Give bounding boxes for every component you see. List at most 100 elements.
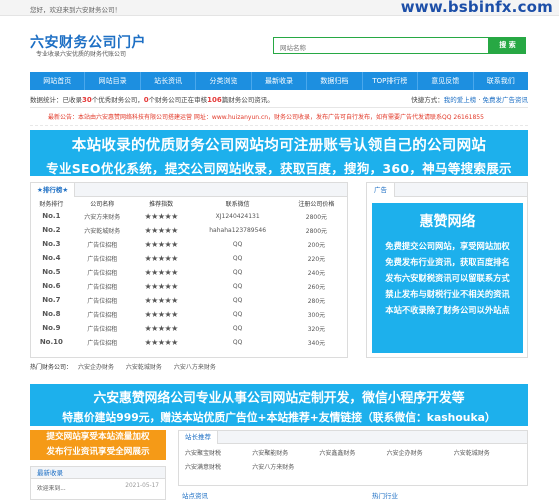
recommend-panel: 站长推荐 六安聚宝财税 六安聚能财务 六安鑫鑫财务 六安企办财务 六安乾城财务 … — [178, 430, 528, 486]
table-row[interactable]: No.8 广告位招租 ★★★★★ QQ 300元 — [31, 307, 347, 321]
rank-number: No.5 — [42, 268, 61, 276]
rank-number: No.8 — [42, 310, 61, 318]
company-name-link[interactable]: 六安乾城财务 — [72, 223, 133, 237]
wechat-id: XJ1240424131 — [215, 212, 260, 220]
company-name-link[interactable]: 广告位招租 — [72, 251, 133, 265]
rank-number: No.10 — [39, 338, 63, 346]
table-row[interactable]: No.6 广告位招租 ★★★★★ QQ 260元 — [31, 279, 347, 293]
table-row[interactable]: No.9 广告位招租 ★★★★★ QQ 320元 — [31, 321, 347, 335]
publish-ad-link[interactable]: 免费发广告资讯 — [483, 96, 529, 104]
banner-line-1: 本站收录的优质财务公司网站均可注册账号认领自己的公司网站 — [71, 138, 487, 154]
nav-latest[interactable]: 最新收录 — [252, 72, 308, 90]
submit-site-banner[interactable]: 提交网站享受本站流量加权 发布行业资讯享受全网展示 — [30, 430, 166, 460]
company-name-link[interactable]: 广告位招租 — [72, 279, 133, 293]
ad-header: 广告 — [367, 183, 527, 197]
table-row[interactable]: No.10 广告位招租 ★★★★★ QQ 340元 — [31, 335, 347, 349]
rating-stars: ★★★★★ — [144, 323, 178, 333]
rank-number: No.7 — [42, 296, 61, 304]
price-value: 280元 — [307, 297, 326, 305]
login-link[interactable]: 我的爱上榜 — [444, 96, 477, 104]
wechat-id: QQ — [232, 296, 243, 304]
tab-site-news[interactable]: 站点资讯 — [182, 490, 208, 500]
hot-company-link[interactable]: 六安企办财务 — [78, 364, 114, 371]
hot-companies: 热门财务公司： 六安企办财务 六安乾城财务 六安八方来财务 — [30, 362, 528, 374]
recommend-link[interactable]: 六安鑫鑫财务 — [319, 448, 386, 457]
col-wechat: 联系微信 — [225, 200, 250, 208]
price-value: 2800元 — [305, 213, 328, 221]
price-value: 320元 — [307, 325, 326, 333]
company-name-link[interactable]: 广告位招租 — [72, 307, 133, 321]
recommend-link[interactable]: 六安企办财务 — [387, 448, 454, 457]
promo-banner[interactable]: 本站收录的优质财务公司网站均可注册账号认领自己的公司网站 专业SEO优化系统，提… — [30, 130, 528, 176]
ad-title: 惠赞网络 — [419, 214, 476, 230]
company-name-link[interactable]: 广告位招租 — [72, 265, 133, 279]
nav-home[interactable]: 网站首页 — [30, 72, 86, 90]
service-banner-line-2: 特惠价建站999元，赠送本站优质广告位+本站推荐+友情链接（联系微信：kasho… — [62, 411, 496, 424]
nav-contact[interactable]: 联系我们 — [474, 72, 528, 90]
ranking-table: 财务排行 公司名称 推荐指数 联系微信 注册公司价格 No.1 六安方来财务 ★★★… — [31, 197, 347, 349]
price-value: 340元 — [307, 339, 326, 347]
stats-bar: 数据统计：已收录30个优秀财务公司，0个财务公司正在审核106篇财务公司资讯。 … — [30, 93, 528, 108]
site-watermark: www.bsbinfx.com — [400, 0, 553, 16]
recommend-link[interactable]: 六安满意财税 — [185, 462, 252, 471]
nav-directory[interactable]: 网站目录 — [85, 72, 141, 90]
company-name-link[interactable]: 广告位招租 — [72, 335, 133, 349]
orange-line-2: 发布行业资讯享受全网展示 — [46, 447, 150, 457]
stats-article-count: 106 — [207, 96, 222, 104]
recommend-link[interactable]: 六安八方来财务 — [252, 462, 319, 471]
rank-number: No.4 — [42, 254, 61, 262]
table-row[interactable]: No.7 广告位招租 ★★★★★ QQ 280元 — [31, 293, 347, 307]
wechat-id: QQ — [232, 254, 243, 262]
stats-mid2: 个财务公司正在审核 — [148, 96, 208, 104]
stats-mid1: 个优秀财务公司， — [91, 96, 144, 104]
rating-stars: ★★★★★ — [144, 253, 178, 263]
service-banner-line-1: 六安惠赞网络公司专业从事公司网站定制开发，微信小程序开发等 — [93, 391, 465, 406]
rating-stars: ★★★★★ — [144, 337, 178, 347]
company-name-link[interactable]: 广告位招租 — [72, 321, 133, 335]
ranking-tab[interactable]: ★排行榜★ — [31, 183, 76, 197]
announcement: 最新公告：本站由六安惠赞网络科技有限公司搭建运营 网址：www.huizanyu… — [30, 110, 528, 126]
price-value: 240元 — [307, 269, 326, 277]
table-row[interactable]: No.1 六安方来财务 ★★★★★ XJ1240424131 2800元 — [31, 209, 347, 223]
wechat-id: QQ — [232, 268, 243, 276]
recommend-link[interactable]: 六安聚宝财税 — [185, 448, 252, 457]
recommend-header: 站长推荐 — [179, 431, 527, 444]
shortcuts: 快捷方式：我的爱上榜 · 免费发广告资讯 — [411, 93, 528, 108]
recommend-grid: 六安聚宝财税 六安聚能财务 六安鑫鑫财务 六安企办财务 六安乾城财务 六安满意财… — [179, 444, 527, 475]
list-item[interactable]: 欢迎来到... 2021-05-17 — [31, 479, 165, 493]
nav-top[interactable]: TOP排行榜 — [363, 72, 419, 90]
company-name-link[interactable]: 广告位招租 — [72, 293, 133, 307]
table-row[interactable]: No.2 六安乾城财务 ★★★★★ hahaha123789546 2800元 — [31, 223, 347, 237]
search-input[interactable]: 网站名称 — [273, 37, 489, 54]
newest-title[interactable]: 最新收录 — [31, 467, 165, 479]
recommend-link[interactable]: 六安乾城财务 — [454, 448, 521, 457]
price-value: 2800元 — [305, 227, 328, 235]
recommend-link[interactable]: 六安聚能财务 — [252, 448, 319, 457]
hot-company-link[interactable]: 六安八方来财务 — [174, 364, 216, 371]
ad-line: 免费提交公司网站，享受网站加权 — [385, 241, 510, 251]
company-name-link[interactable]: 广告位招租 — [72, 237, 133, 251]
table-row[interactable]: No.3 广告位招租 ★★★★★ QQ 200元 — [31, 237, 347, 251]
rating-stars: ★★★★★ — [144, 225, 178, 235]
hot-company-link[interactable]: 六安乾城财务 — [126, 364, 162, 371]
nav-categories[interactable]: 分类浏览 — [196, 72, 252, 90]
search-button[interactable]: 搜 索 — [489, 37, 526, 54]
table-row[interactable]: No.4 广告位招租 ★★★★★ QQ 220元 — [31, 251, 347, 265]
ad-tab[interactable]: 广告 — [367, 183, 395, 197]
header: 六安财务公司门户 专业收录六安优质的财务代账公司 网站名称 搜 索 — [0, 16, 559, 68]
price-value: 200元 — [307, 241, 326, 249]
wechat-id: QQ — [232, 338, 243, 346]
wechat-id: hahaha123789546 — [209, 226, 267, 234]
table-row[interactable]: No.5 广告位招租 ★★★★★ QQ 240元 — [31, 265, 347, 279]
tab-hot-industry[interactable]: 热门行业 — [372, 490, 398, 500]
rating-stars: ★★★★★ — [144, 309, 178, 319]
service-banner[interactable]: 六安惠赞网络公司专业从事公司网站定制开发，微信小程序开发等 特惠价建站999元，… — [30, 384, 528, 426]
recommend-tab[interactable]: 站长推荐 — [179, 431, 218, 444]
main-nav: 网站首页 网站目录 站长资讯 分类浏览 最新收录 数据归档 TOP排行榜 意见反… — [30, 72, 528, 90]
ad-line: 禁止发布与财税行业不相关的资讯 — [385, 289, 510, 299]
nav-feedback[interactable]: 意见反馈 — [418, 72, 474, 90]
nav-news[interactable]: 站长资讯 — [141, 72, 197, 90]
company-name-link[interactable]: 六安方来财务 — [72, 209, 133, 223]
nav-archive[interactable]: 数据归档 — [307, 72, 363, 90]
ad-box[interactable]: 惠赞网络 免费提交公司网站，享受网站加权 免费发布行业资讯，获取百度排名 发布六… — [372, 203, 523, 353]
